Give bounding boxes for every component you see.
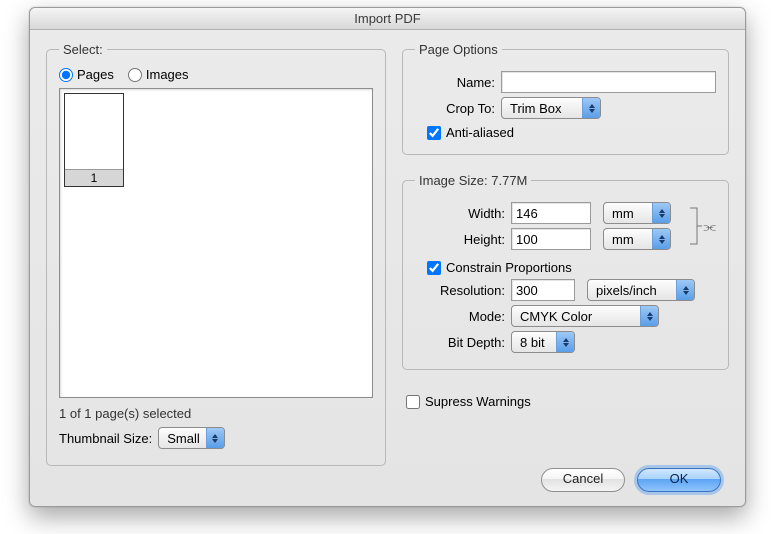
dropdown-arrows-icon bbox=[652, 203, 670, 223]
suppress-warnings-checkbox[interactable] bbox=[406, 395, 420, 409]
dropdown-arrows-icon bbox=[556, 332, 574, 352]
page-options-legend: Page Options bbox=[415, 42, 502, 57]
ok-button[interactable]: OK bbox=[637, 468, 721, 492]
width-label: Width: bbox=[415, 206, 505, 221]
select-group: Select: Pages Images 1 bbox=[46, 42, 386, 466]
image-size-group: Image Size: 7.77M Width: mm Height bbox=[402, 173, 729, 370]
bitdepth-select[interactable]: 8 bit bbox=[511, 331, 575, 353]
image-size-legend: Image Size: 7.77M bbox=[415, 173, 531, 188]
crop-to-value: Trim Box bbox=[510, 101, 582, 116]
dropdown-arrows-icon bbox=[640, 306, 658, 326]
suppress-warnings-label: Supress Warnings bbox=[425, 394, 531, 409]
dropdown-arrows-icon bbox=[206, 428, 224, 448]
crop-to-label: Crop To: bbox=[415, 101, 495, 116]
page-thumbnail-label: 1 bbox=[65, 169, 123, 186]
bitdepth-label: Bit Depth: bbox=[415, 335, 505, 350]
width-unit-select[interactable]: mm bbox=[603, 202, 671, 224]
select-legend: Select: bbox=[59, 42, 107, 57]
chain-link-icon: ⫘ bbox=[703, 218, 716, 235]
thumbnail-size-label: Thumbnail Size: bbox=[59, 431, 152, 446]
thumbnail-size-value: Small bbox=[167, 431, 206, 446]
resolution-unit-select[interactable]: pixels/inch bbox=[587, 279, 695, 301]
page-options-group: Page Options Name: Crop To: Trim Box Ant… bbox=[402, 42, 729, 155]
antialias-label: Anti-aliased bbox=[446, 125, 514, 140]
height-input[interactable] bbox=[511, 228, 591, 250]
name-input[interactable] bbox=[501, 71, 716, 93]
mode-select[interactable]: CMYK Color bbox=[511, 305, 659, 327]
resolution-input[interactable] bbox=[511, 279, 575, 301]
antialias-checkbox[interactable] bbox=[427, 126, 441, 140]
height-label: Height: bbox=[415, 232, 505, 247]
constrain-checkbox[interactable] bbox=[427, 261, 441, 275]
resolution-label: Resolution: bbox=[415, 283, 505, 298]
name-label: Name: bbox=[415, 75, 495, 90]
dropdown-arrows-icon bbox=[676, 280, 694, 300]
radio-images-label: Images bbox=[146, 67, 189, 82]
height-unit-select[interactable]: mm bbox=[603, 228, 671, 250]
dropdown-arrows-icon bbox=[582, 98, 600, 118]
import-pdf-dialog: Import PDF Select: Pages Images bbox=[29, 7, 746, 507]
page-thumbnail[interactable]: 1 bbox=[64, 93, 124, 187]
width-unit-value: mm bbox=[612, 206, 652, 221]
constrain-link-bracket bbox=[689, 202, 703, 250]
page-preview-list[interactable]: 1 bbox=[59, 88, 373, 398]
radio-pages[interactable]: Pages bbox=[59, 67, 114, 82]
page-thumbnail-canvas bbox=[65, 94, 123, 169]
bitdepth-value: 8 bit bbox=[520, 335, 556, 350]
thumbnail-size-select[interactable]: Small bbox=[158, 427, 225, 449]
constrain-label: Constrain Proportions bbox=[446, 260, 572, 275]
radio-images[interactable]: Images bbox=[128, 67, 189, 82]
resolution-unit-value: pixels/inch bbox=[596, 283, 676, 298]
dropdown-arrows-icon bbox=[652, 229, 670, 249]
crop-to-select[interactable]: Trim Box bbox=[501, 97, 601, 119]
mode-label: Mode: bbox=[415, 309, 505, 324]
width-input[interactable] bbox=[511, 202, 591, 224]
height-unit-value: mm bbox=[612, 232, 652, 247]
radio-pages-label: Pages bbox=[77, 67, 114, 82]
window-title: Import PDF bbox=[30, 8, 745, 30]
cancel-button[interactable]: Cancel bbox=[541, 468, 625, 492]
radio-pages-input[interactable] bbox=[59, 68, 73, 82]
mode-value: CMYK Color bbox=[520, 309, 640, 324]
selection-status: 1 of 1 page(s) selected bbox=[59, 406, 373, 421]
radio-images-input[interactable] bbox=[128, 68, 142, 82]
